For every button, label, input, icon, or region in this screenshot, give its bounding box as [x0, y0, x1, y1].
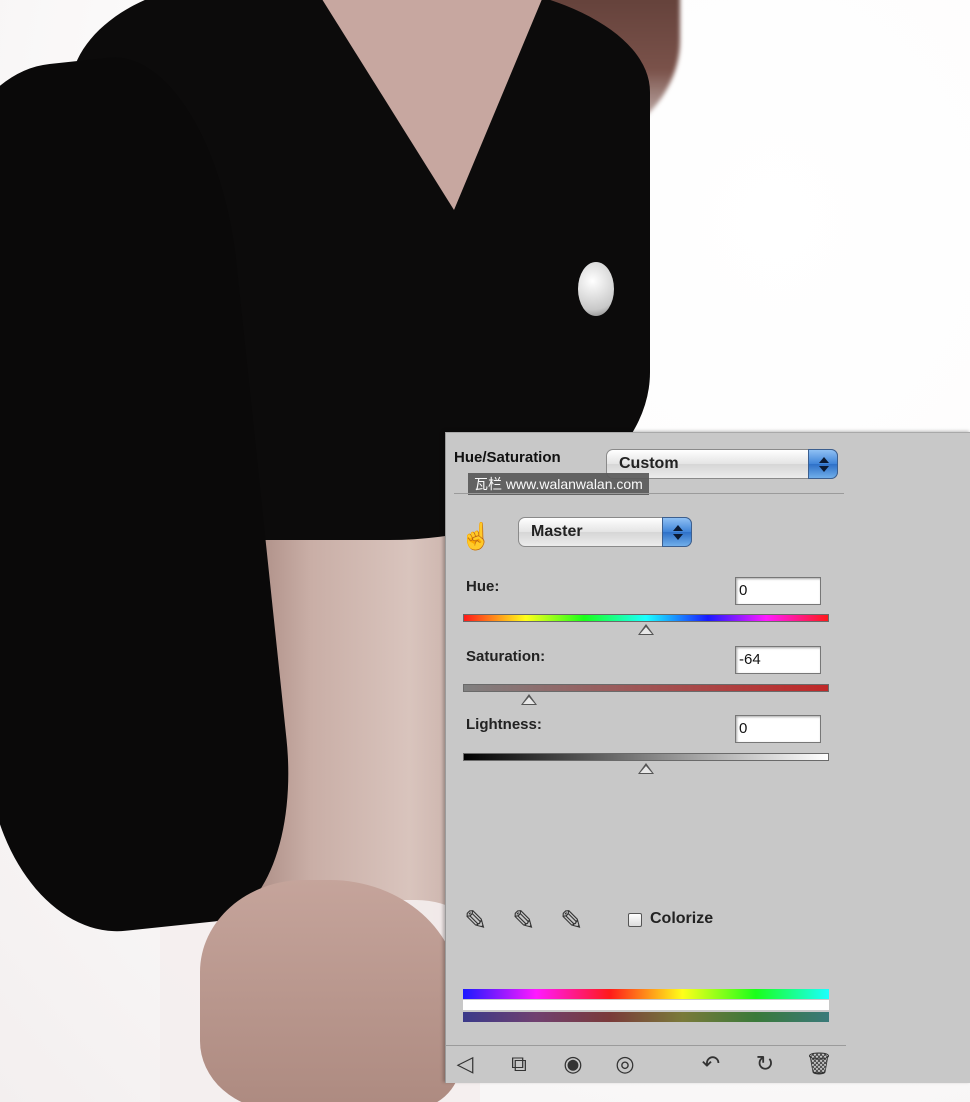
popup-stepper-icon[interactable] [808, 449, 838, 479]
divider [454, 493, 844, 494]
popup-stepper-icon[interactable] [662, 517, 692, 547]
photo-shirt-button [578, 262, 614, 316]
saturation-input[interactable]: -64 [735, 646, 821, 674]
hue-saturation-panel: Hue/Saturation Custom 瓦栏 www.walanwalan.… [445, 432, 970, 1083]
colorize-label: Colorize [650, 910, 714, 927]
hue-label: Hue: [466, 578, 500, 595]
eyedropper-minus-icon[interactable]: ✎ [560, 903, 594, 939]
previous-state-icon[interactable]: ↶ [696, 1050, 726, 1078]
lightness-slider-thumb[interactable] [638, 763, 654, 775]
channel-popup[interactable]: Master [518, 517, 692, 547]
return-arrow-icon[interactable]: ◁ [450, 1050, 480, 1078]
hue-slider-thumb[interactable] [638, 624, 654, 636]
trash-icon[interactable]: 🗑 [804, 1050, 834, 1078]
colorize-checkbox[interactable] [628, 913, 642, 927]
view-previous-icon[interactable]: ◎ [610, 1050, 640, 1078]
watermark: 瓦栏 www.walanwalan.com [468, 473, 649, 495]
saturation-slider-thumb[interactable] [520, 694, 537, 706]
lightness-input[interactable]: 0 [735, 715, 821, 743]
channel-value: Master [531, 523, 583, 540]
lightness-label: Lightness: [466, 716, 542, 733]
panel-title: Hue/Saturation [454, 449, 561, 466]
eye-visibility-icon[interactable]: ◉ [558, 1050, 588, 1078]
hue-slider-track[interactable] [463, 614, 829, 622]
hand-target-icon[interactable]: ☝ [460, 519, 494, 553]
eyedropper-plus-icon[interactable]: ✎ [512, 903, 546, 939]
panel-bottom-toolbar: ◁ ⧉ ◉ ◎ ↶ ↻ 🗑 [446, 1045, 846, 1082]
saturation-slider-track[interactable] [463, 684, 829, 692]
hue-input[interactable]: 0 [735, 577, 821, 605]
reset-icon[interactable]: ↻ [750, 1050, 780, 1078]
preset-value: Custom [619, 455, 679, 472]
color-bar-spacer [463, 1000, 829, 1010]
photo-hand [200, 880, 460, 1102]
lightness-slider-track[interactable] [463, 753, 829, 761]
input-color-bar [463, 989, 829, 999]
clip-layer-icon[interactable]: ⧉ [504, 1050, 534, 1078]
eyedropper-icon[interactable]: ✎ [464, 903, 498, 939]
saturation-label: Saturation: [466, 648, 546, 665]
output-color-bar [463, 1012, 829, 1022]
